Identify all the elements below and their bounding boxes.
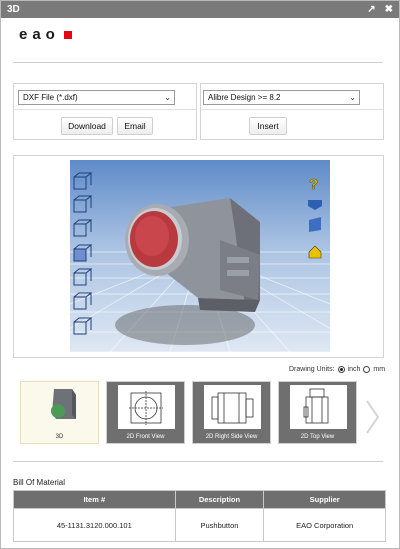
panel-divider xyxy=(201,109,383,110)
drawing-units-label: Drawing Units: xyxy=(289,366,335,373)
cad-format-value: Alibre Design >= 8.2 xyxy=(208,93,281,102)
view-cube-icon[interactable] xyxy=(73,195,93,213)
view-cube-icon[interactable] xyxy=(73,219,93,237)
window-title: 3D xyxy=(7,4,20,15)
thumbnail-right-side-view[interactable]: 2D Right Side View xyxy=(192,381,271,444)
home-icon[interactable] xyxy=(308,245,322,259)
bom-header-row: Item # Description Supplier xyxy=(13,490,386,509)
3d-viewer[interactable]: ? xyxy=(70,160,330,352)
view-cube-icon[interactable] xyxy=(73,292,93,310)
download-button[interactable]: Download xyxy=(61,117,113,135)
thumbnail-right-side-view-label: 2D Right Side View xyxy=(205,434,258,440)
pushbutton-model xyxy=(125,198,260,312)
drawing-units: Drawing Units: inch mm xyxy=(289,366,385,373)
cad-format-select[interactable]: Alibre Design >= 8.2 ⌄ xyxy=(203,90,360,105)
thumbnail-front-view-label: 2D Front View xyxy=(126,434,165,440)
radio-inch[interactable] xyxy=(337,366,345,373)
view-toolbar-right: ? xyxy=(308,176,322,259)
bom-cell-description: Pushbutton xyxy=(174,508,265,542)
view-cube-icon[interactable] xyxy=(73,244,93,262)
thumbnail-top-view-label: 2D Top View xyxy=(300,434,335,440)
table-row: 45-1131.3120.000.101 Pushbutton EAO Corp… xyxy=(13,508,386,542)
chevron-right-icon[interactable] xyxy=(363,397,381,437)
chevron-down-icon: ⌄ xyxy=(349,93,356,102)
bom-cell-item: 45-1131.3120.000.101 xyxy=(13,508,176,542)
view-cube-icon[interactable] xyxy=(73,172,93,190)
brand-logo: eao xyxy=(19,26,72,43)
bom-cell-supplier: EAO Corporation xyxy=(263,508,386,542)
3d-scene: ? xyxy=(70,172,330,352)
logo-text: eao xyxy=(19,26,60,43)
thumbnail-top-view-image xyxy=(290,385,347,429)
bom-header-supplier: Supplier xyxy=(263,490,386,509)
thumbnail-3d-label: 3D xyxy=(55,434,64,440)
thumbnail-3d[interactable]: 3D xyxy=(20,381,99,444)
chevron-down-icon: ⌄ xyxy=(164,93,171,102)
thumbnail-front-view-image xyxy=(118,385,175,429)
close-icon[interactable]: ✖ xyxy=(385,1,393,18)
view-cube-icon[interactable] xyxy=(73,317,93,335)
radio-mm-label: mm xyxy=(373,366,386,373)
title-bar: 3D ↗ ✖ xyxy=(1,1,399,18)
bom-header-description: Description xyxy=(174,490,265,509)
bom-table: Item # Description Supplier 45-1131.3120… xyxy=(13,490,386,542)
radio-mm[interactable] xyxy=(363,366,371,373)
file-format-value: DXF File (*.dxf) xyxy=(23,93,78,102)
title-bar-controls: ↗ ✖ xyxy=(367,1,393,18)
email-button[interactable]: Email xyxy=(117,117,153,135)
radio-inch-label: inch xyxy=(347,366,361,373)
viewer-window: 3D ↗ ✖ eao DXF File (*.dxf) ⌄ Alibre Des… xyxy=(0,0,400,549)
logo-square xyxy=(63,30,72,39)
help-icon[interactable]: ? xyxy=(309,176,319,194)
thumbnail-top-view[interactable]: 2D Top View xyxy=(278,381,357,444)
bom-header-item: Item # xyxy=(13,490,176,509)
bom-title: Bill Of Material xyxy=(13,478,66,487)
view-cube-icon[interactable] xyxy=(73,268,93,286)
panel-divider xyxy=(14,109,196,110)
file-format-select[interactable]: DXF File (*.dxf) ⌄ xyxy=(18,90,175,105)
thumbnail-right-side-view-image xyxy=(204,385,261,429)
thumbnail-front-view[interactable]: 2D Front View xyxy=(106,381,185,444)
insert-button[interactable]: Insert xyxy=(249,117,287,135)
view-toolbar-left xyxy=(73,172,93,335)
rotate-icon[interactable] xyxy=(308,200,322,210)
popout-icon[interactable]: ↗ xyxy=(367,1,375,18)
cube-shade-icon[interactable] xyxy=(309,217,321,232)
divider xyxy=(13,62,383,63)
divider xyxy=(13,461,383,462)
thumbnail-3d-image xyxy=(32,385,89,429)
